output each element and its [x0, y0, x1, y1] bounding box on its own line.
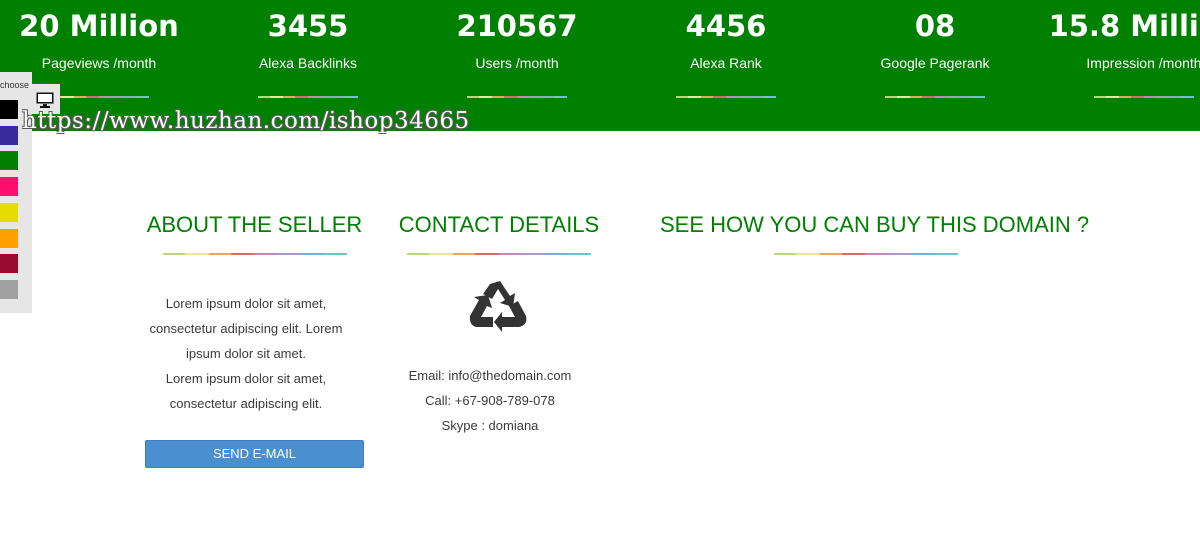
stat-label: Impression /month [1086, 55, 1200, 71]
contact-skype: Skype : domiana [441, 418, 539, 433]
contact-title: CONTACT DETAILS [398, 212, 600, 237]
about-line: consectetur adipiscing elit. [169, 396, 323, 411]
buy-domain-title-divider [774, 253, 958, 255]
about-title: ABOUT THE SELLER [146, 212, 363, 237]
stat-label: Alexa Backlinks [258, 55, 358, 71]
stat-value: 3455 [267, 9, 349, 43]
color-swatch-yellow[interactable] [0, 203, 18, 222]
stat-pagerank: 08 Google Pagerank [830, 0, 1040, 98]
stat-label: Pageviews /month [41, 55, 157, 71]
color-swatch-green[interactable] [0, 151, 18, 170]
stat-value: 15.8 Million [1048, 9, 1200, 43]
stat-value: 20 Million [19, 9, 179, 43]
stat-backlinks: 3455 Alexa Backlinks [203, 0, 413, 98]
color-chooser-title: choose [0, 80, 30, 90]
stat-divider [258, 96, 358, 98]
color-swatch-orange[interactable] [0, 229, 18, 248]
stat-divider [467, 96, 567, 98]
buy-domain-title: SEE HOW YOU CAN BUY THIS DOMAIN ? [660, 212, 1090, 237]
color-swatch-indigo[interactable] [0, 126, 18, 145]
about-line: Lorem ipsum dolor sit amet, [165, 296, 327, 311]
stat-impressions: 15.8 Million Impression /month [1039, 0, 1200, 98]
about-description: Lorem ipsum dolor sit amet, consectetur … [146, 291, 346, 416]
stat-pageviews: 20 Million Pageviews /month [0, 0, 204, 98]
about-title-divider [163, 253, 347, 255]
stat-label: Alexa Rank [690, 55, 762, 71]
watermark-url: https://www.huzhan.com/ishop34665 [22, 108, 470, 134]
monitor-icon [36, 92, 54, 108]
stat-divider [676, 96, 776, 98]
color-swatch-black[interactable] [0, 100, 18, 119]
color-swatch-gray[interactable] [0, 280, 18, 299]
stat-label: Google Pagerank [880, 55, 990, 71]
stat-divider [885, 96, 985, 98]
stat-label: Users /month [475, 55, 559, 71]
send-email-button[interactable]: SEND E-MAIL [145, 440, 364, 468]
stat-users: 210567 Users /month [412, 0, 622, 98]
stat-value: 210567 [456, 9, 578, 43]
contact-email: Email: info@thedomain.com [408, 368, 572, 383]
stat-divider [1094, 96, 1194, 98]
about-line: ipsum dolor sit amet. [186, 346, 306, 361]
stat-alexa-rank: 4456 Alexa Rank [621, 0, 831, 98]
stat-value: 08 [914, 9, 956, 43]
about-line: Lorem ipsum dolor sit amet, [165, 371, 327, 386]
contact-phone: Call: +67-908-789-078 [425, 393, 555, 408]
color-swatch-maroon[interactable] [0, 254, 18, 273]
stat-value: 4456 [685, 9, 767, 43]
contact-title-divider [407, 253, 591, 255]
color-swatch-pink[interactable] [0, 177, 18, 196]
stat-divider [49, 96, 149, 98]
about-line: consectetur adipiscing elit. Lorem [149, 321, 343, 336]
recycle-icon [469, 281, 527, 332]
